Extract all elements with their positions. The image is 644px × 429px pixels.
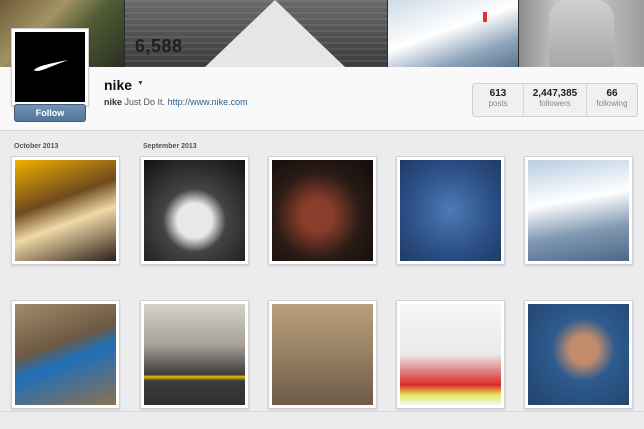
follow-button[interactable]: Follow	[14, 104, 86, 122]
profile-stats: 613 posts 2,447,385 followers 66 followi…	[472, 83, 638, 117]
cover-photo-4	[519, 0, 644, 67]
photo-thumbnail[interactable]	[524, 300, 633, 409]
stat-label: followers	[539, 99, 571, 108]
photo-thumbnail[interactable]	[396, 300, 505, 409]
stat-value: 2,447,385	[532, 88, 578, 99]
bio-link[interactable]: http://www.nike.com	[168, 97, 248, 107]
stat-following[interactable]: 66 following	[587, 84, 637, 116]
photo-thumbnail[interactable]	[11, 156, 120, 265]
chevron-down-icon[interactable]: ▼	[137, 80, 144, 87]
photo-thumbnail[interactable]	[11, 300, 120, 409]
photo-thumbnail[interactable]	[524, 156, 633, 265]
month-label-september: September 2013	[143, 143, 197, 150]
photo-thumbnail[interactable]	[268, 300, 377, 409]
photo-thumbnail[interactable]	[140, 156, 249, 265]
cover-photo-text: 6,588	[135, 36, 183, 56]
photo-thumbnail[interactable]	[396, 156, 505, 265]
photo-thumbnail[interactable]	[140, 300, 249, 409]
stat-label: following	[596, 99, 628, 108]
stat-value: 66	[606, 88, 618, 99]
nike-logo	[15, 32, 85, 102]
stat-posts[interactable]: 613 posts	[473, 84, 524, 116]
bio-text: Just Do It.	[124, 97, 166, 107]
avatar[interactable]	[11, 28, 89, 106]
feed-divider	[0, 411, 644, 412]
month-label-october: October 2013	[14, 143, 59, 150]
stat-followers[interactable]: 2,447,385 followers	[524, 84, 587, 116]
profile-username: nike	[104, 77, 133, 93]
profile-bio: nike Just Do It. http://www.nike.com	[104, 97, 248, 107]
swoosh-icon	[33, 60, 68, 71]
photo-thumbnail[interactable]	[268, 156, 377, 265]
stat-label: posts	[488, 99, 508, 108]
cover-photo-3	[388, 0, 518, 67]
bio-name: nike	[104, 97, 123, 107]
cover-photo-strip: 6,588	[0, 0, 644, 67]
cover-photo-2: 6,588	[125, 0, 387, 67]
stat-value: 613	[489, 88, 507, 99]
